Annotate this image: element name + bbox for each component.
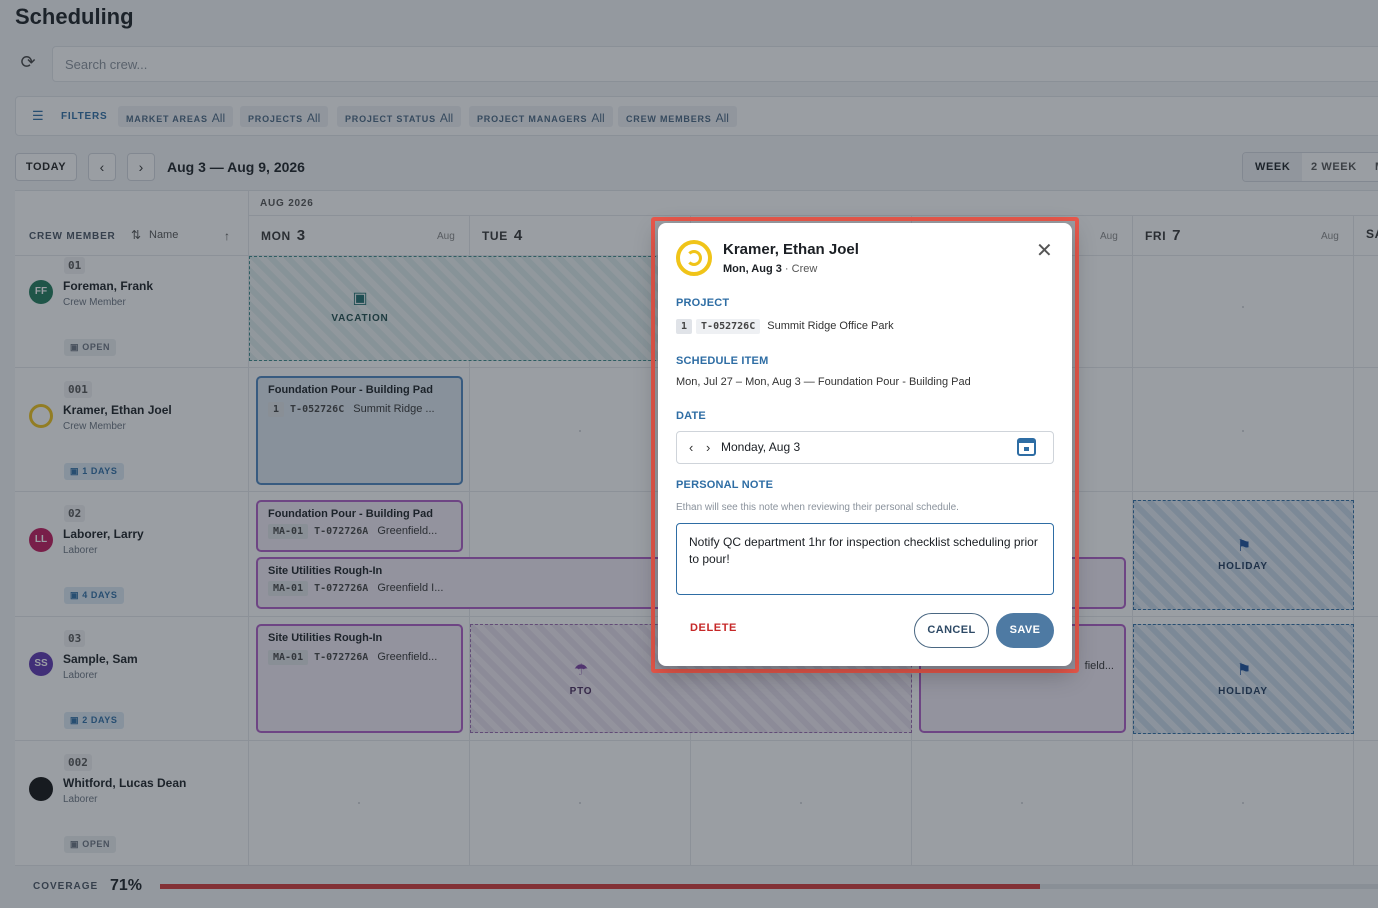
dialog-date: Mon, Aug 3 — [723, 263, 782, 275]
schedule-section-label: SCHEDULE ITEM — [676, 355, 769, 367]
dialog-title: Kramer, Ethan Joel — [723, 241, 859, 258]
date-value: Monday, Aug 3 — [721, 440, 801, 454]
chevron-left-icon[interactable]: ‹ — [689, 440, 693, 455]
delete-button[interactable]: DELETE — [690, 622, 737, 634]
dialog-role: · Crew — [781, 263, 818, 275]
cancel-button[interactable]: CANCEL — [914, 613, 989, 648]
calendar-icon-dot — [1024, 447, 1029, 451]
personal-note-textarea[interactable]: Notify QC department 1hr for inspection … — [676, 523, 1054, 595]
project-code: T-052726C — [696, 319, 761, 334]
project-section-label: PROJECT — [676, 297, 730, 309]
dialog-subtitle: Mon, Aug 3 · Crew — [723, 263, 817, 275]
logo-icon — [686, 250, 702, 266]
save-button[interactable]: SAVE — [996, 613, 1054, 648]
schedule-value: Mon, Jul 27 – Mon, Aug 3 — Foundation Po… — [676, 376, 971, 388]
project-name: Summit Ridge Office Park — [767, 320, 894, 332]
close-icon[interactable]: ✕ — [1036, 241, 1053, 261]
note-hint: Ethan will see this note when reviewing … — [676, 502, 959, 513]
project-value: 1 T-052726C Summit Ridge Office Park — [676, 319, 894, 334]
date-section-label: DATE — [676, 410, 706, 422]
project-num: 1 — [676, 319, 693, 334]
chevron-right-icon[interactable]: › — [706, 440, 710, 455]
note-section-label: PERSONAL NOTE — [676, 479, 774, 491]
